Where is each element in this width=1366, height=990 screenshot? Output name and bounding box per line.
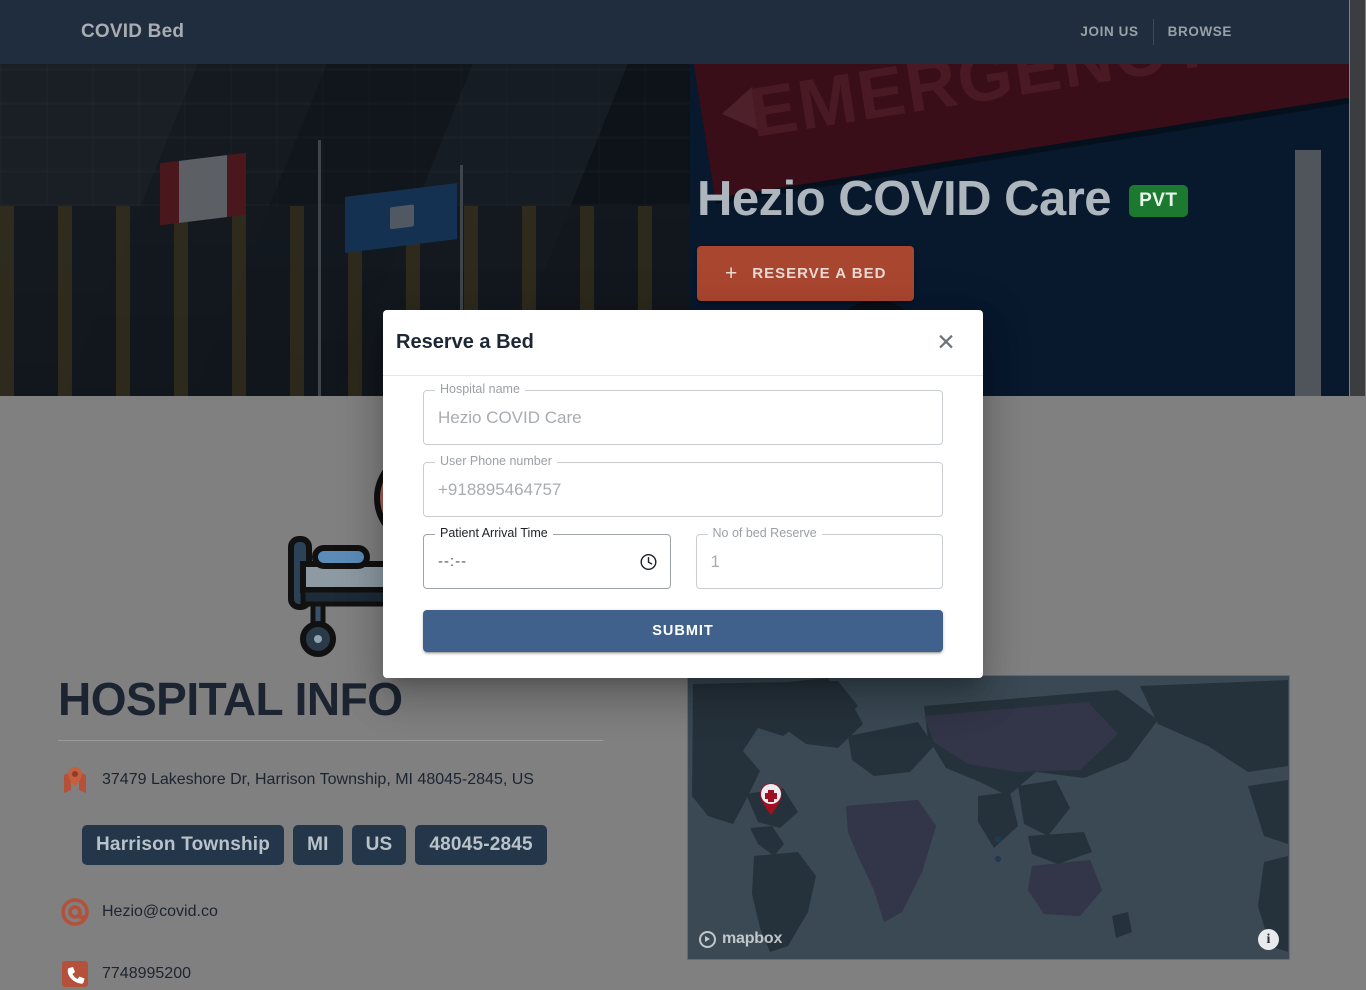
clock-icon[interactable] [639, 553, 657, 570]
modal-header: Reserve a Bed ✕ [383, 310, 983, 376]
arrival-time-input[interactable]: --:-- [438, 553, 467, 570]
submit-button[interactable]: SUBMIT [423, 610, 943, 652]
page-viewport: 9 Ave A S S CHINOOK HOSPITAL EMERGENCY [0, 0, 1349, 990]
phone-number-field[interactable]: User Phone number +918895464757 [423, 455, 943, 517]
modal-title: Reserve a Bed [396, 331, 534, 353]
modal-field-row: Patient Arrival Time --:-- No of bed Res… [423, 527, 943, 606]
page-root: 9 Ave A S S CHINOOK HOSPITAL EMERGENCY [0, 0, 1366, 990]
bed-count-input[interactable]: 1 [711, 552, 720, 572]
hospital-name-label: Hospital name [435, 383, 525, 396]
hospital-name-input[interactable]: Hezio COVID Care [438, 408, 582, 428]
vertical-scrollbar[interactable] [1349, 0, 1366, 990]
bed-count-label: No of bed Reserve [707, 527, 822, 540]
scrollbar-thumb[interactable] [1350, 0, 1365, 396]
arrival-time-label: Patient Arrival Time [435, 527, 553, 540]
hospital-name-field[interactable]: Hospital name Hezio COVID Care [423, 383, 943, 445]
phone-number-label: User Phone number [435, 455, 557, 468]
close-icon[interactable]: ✕ [932, 329, 960, 357]
reserve-bed-modal: Reserve a Bed ✕ Hospital name Hezio COVI… [383, 310, 983, 678]
phone-number-input[interactable]: +918895464757 [438, 480, 561, 500]
bed-count-field[interactable]: No of bed Reserve 1 [695, 527, 943, 589]
arrival-time-field[interactable]: Patient Arrival Time --:-- [423, 527, 671, 589]
modal-body: Hospital name Hezio COVID Care User Phon… [383, 376, 983, 652]
